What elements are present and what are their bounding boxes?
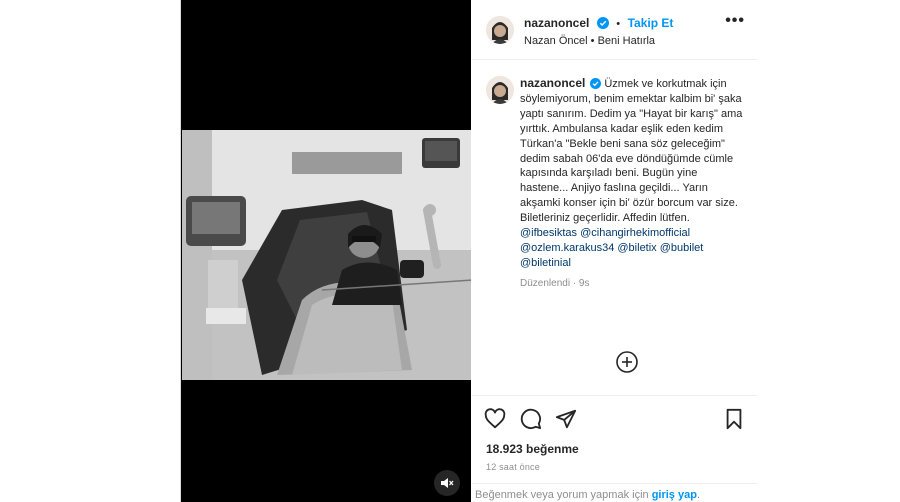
caption-text-block: nazanoncel Üzmek ve korkutmak için söylem… bbox=[520, 76, 746, 292]
post-modal: nazanoncel • Takip Et Nazan Öncel • Beni… bbox=[180, 0, 757, 502]
post-actions: 18.923 beğenme 12 saat önce Beğenmek vey… bbox=[472, 395, 757, 502]
caption-body: Üzmek ve korkutmak için söylemiyorum, be… bbox=[520, 78, 743, 225]
post-time[interactable]: 12 saat önce bbox=[486, 462, 540, 472]
mention-link[interactable]: @cihangirhekimofficial bbox=[580, 227, 690, 239]
share-icon bbox=[555, 409, 577, 429]
like-count[interactable]: 18.923 beğenme bbox=[486, 442, 579, 456]
share-button[interactable] bbox=[555, 408, 577, 430]
login-prompt-text: Beğenmek veya yorum yapmak için bbox=[475, 489, 652, 501]
post-side-panel: nazanoncel • Takip Et Nazan Öncel • Beni… bbox=[472, 0, 757, 502]
avatar[interactable] bbox=[486, 16, 514, 44]
avatar-image bbox=[486, 76, 514, 104]
mention-link[interactable]: @biletix bbox=[617, 242, 656, 254]
mention-link[interactable]: @bubilet bbox=[660, 242, 704, 254]
caption-avatar[interactable] bbox=[486, 76, 514, 104]
plus-circle-icon bbox=[616, 351, 638, 373]
more-options-icon[interactable]: ••• bbox=[725, 12, 745, 30]
bookmark-icon bbox=[726, 408, 742, 430]
header-audio-link[interactable]: Beni Hatırla bbox=[598, 35, 655, 47]
hospital-photo-illustration bbox=[182, 130, 471, 380]
caption-username[interactable]: nazanoncel bbox=[520, 76, 585, 90]
header-subtitle-separator: • bbox=[590, 35, 595, 47]
login-prompt: Beğenmek veya yorum yapmak için giriş ya… bbox=[472, 483, 757, 502]
verified-badge-icon bbox=[596, 17, 609, 29]
login-prompt-suffix: . bbox=[696, 489, 700, 501]
heart-icon bbox=[484, 408, 506, 429]
post-header: nazanoncel • Takip Et Nazan Öncel • Beni… bbox=[472, 0, 757, 60]
header-separator: • bbox=[616, 18, 621, 30]
speaker-muted-icon bbox=[441, 478, 454, 488]
verified-badge-icon bbox=[590, 78, 602, 89]
avatar-image bbox=[486, 16, 514, 44]
follow-button[interactable]: Takip Et bbox=[628, 16, 674, 30]
comment-button[interactable] bbox=[520, 408, 542, 430]
post-photo[interactable] bbox=[182, 130, 471, 380]
like-button[interactable] bbox=[484, 408, 506, 430]
mute-button[interactable] bbox=[434, 470, 460, 496]
post-media bbox=[181, 0, 471, 502]
comment-icon bbox=[520, 408, 542, 430]
header-username[interactable]: nazanoncel bbox=[524, 16, 589, 30]
mention-link[interactable]: @biletinial bbox=[520, 257, 571, 269]
mention-link[interactable]: @ifbesiktas bbox=[520, 227, 577, 239]
header-full-name[interactable]: Nazan Öncel bbox=[524, 35, 588, 47]
load-more-comments-button[interactable] bbox=[615, 350, 639, 374]
save-button[interactable] bbox=[723, 408, 745, 430]
mention-link[interactable]: @ozlem.karakus34 bbox=[520, 242, 614, 254]
login-link[interactable]: giriş yap bbox=[652, 489, 697, 501]
edited-timestamp: Düzenlendi · 9s bbox=[520, 277, 590, 289]
